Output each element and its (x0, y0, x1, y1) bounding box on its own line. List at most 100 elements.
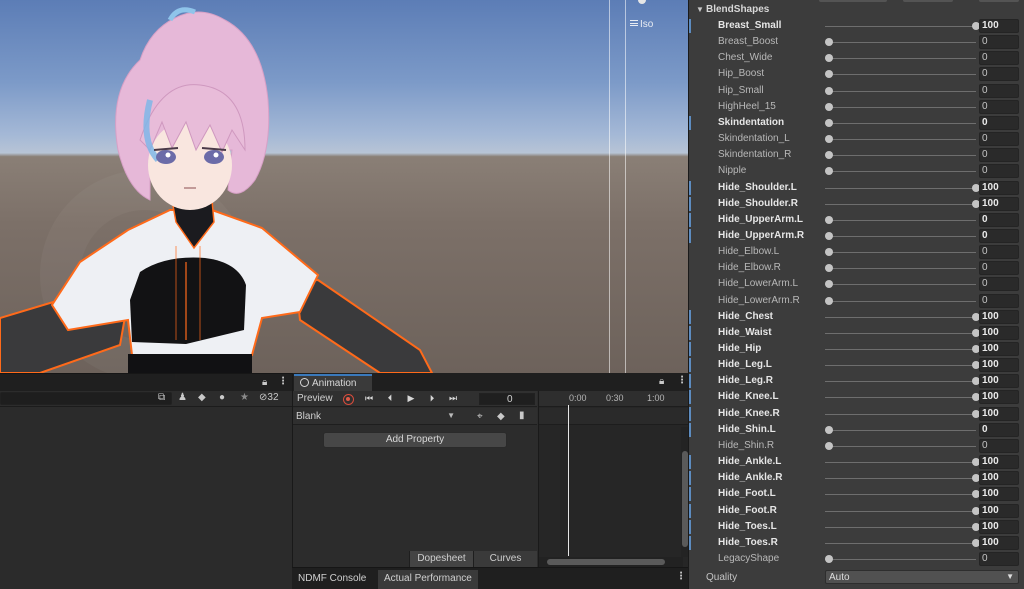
blendshape-value-field[interactable]: 0 (979, 228, 1019, 243)
slider-track[interactable] (825, 187, 976, 189)
frame-input[interactable]: 0 (479, 393, 535, 405)
blendshape-value-field[interactable]: 100 (979, 309, 1019, 324)
slider-handle[interactable] (825, 554, 833, 563)
slider-track[interactable] (825, 90, 976, 92)
blendshape-value-field[interactable]: 0 (979, 83, 1019, 98)
slider-track[interactable] (825, 413, 976, 415)
slider-track[interactable] (825, 155, 976, 157)
lock-icon[interactable]: 🔒︎ (262, 377, 267, 388)
add-keyframe-icon[interactable]: ◆ (497, 411, 505, 422)
add-event-icon[interactable]: ▮ (519, 410, 525, 421)
slider-track[interactable] (825, 381, 976, 383)
blendshape-value-field[interactable]: 0 (979, 245, 1019, 260)
tab-ndmf-console[interactable]: NDMF Console (292, 570, 372, 589)
slider-track[interactable] (825, 106, 976, 108)
blendshape-value-field[interactable]: 100 (979, 390, 1019, 405)
event-row[interactable] (539, 408, 690, 425)
blendshape-value-field[interactable]: 0 (979, 293, 1019, 308)
blendshape-value-field[interactable]: 100 (979, 342, 1019, 356)
slider-track[interactable] (825, 139, 976, 141)
slider-track[interactable] (825, 365, 976, 367)
blendshape-value-field[interactable]: 100 (979, 406, 1019, 421)
blendshape-value-field[interactable]: 0 (979, 551, 1019, 566)
slider-track[interactable] (825, 122, 976, 124)
record-button[interactable] (343, 394, 354, 405)
tab-curves[interactable]: Curves (473, 551, 537, 567)
tab-actual-performance[interactable]: Actual Performance (378, 570, 478, 589)
slider-handle[interactable] (825, 38, 833, 47)
slider-handle[interactable] (825, 425, 833, 434)
quality-dropdown[interactable]: Auto ▼ (825, 570, 1019, 584)
slider-track[interactable] (825, 316, 976, 318)
slider-track[interactable] (825, 397, 976, 399)
header-button[interactable] (979, 0, 1019, 2)
scene-visibility-icon[interactable]: ⧉ (158, 392, 165, 403)
blendshape-value-field[interactable]: 100 (979, 519, 1019, 534)
blendshape-value-field[interactable]: 100 (979, 180, 1019, 195)
slider-track[interactable] (825, 510, 976, 512)
blendshape-value-field[interactable]: 100 (979, 455, 1019, 470)
blendshape-value-field[interactable]: 100 (979, 374, 1019, 389)
slider-track[interactable] (825, 494, 976, 496)
slider-track[interactable] (825, 42, 976, 44)
header-button[interactable] (903, 0, 953, 2)
slider-handle[interactable] (825, 102, 833, 111)
avatar-model[interactable] (0, 0, 688, 373)
slider-track[interactable] (825, 74, 976, 76)
tag-icon[interactable]: ◆ (198, 392, 206, 403)
filter-by-selection-icon[interactable]: ⌖ (477, 411, 483, 422)
slider-track[interactable] (825, 429, 976, 431)
blendshape-value-field[interactable]: 100 (979, 503, 1019, 518)
blendshape-value-field[interactable]: 100 (979, 487, 1019, 502)
slider-track[interactable] (825, 284, 976, 286)
slider-handle[interactable] (825, 70, 833, 79)
blendshape-value-field[interactable]: 0 (979, 115, 1019, 130)
slider-track[interactable] (825, 445, 976, 447)
hierarchy-search-input[interactable] (0, 392, 172, 405)
blendshape-value-field[interactable]: 0 (979, 438, 1019, 453)
slider-handle[interactable] (825, 135, 833, 144)
previous-keyframe-button[interactable]: ⏴ (382, 393, 398, 405)
slider-track[interactable] (825, 478, 976, 480)
slider-track[interactable] (825, 349, 976, 350)
slider-track[interactable] (825, 26, 976, 27)
first-keyframe-button[interactable]: ⏮ (361, 393, 377, 405)
blendshape-value-field[interactable]: 100 (979, 358, 1019, 373)
blendshape-value-field[interactable]: 0 (979, 261, 1019, 276)
add-property-button[interactable]: Add Property (323, 432, 507, 448)
blendshape-value-field[interactable]: 100 (979, 471, 1019, 486)
blendshape-value-field[interactable]: 100 (979, 535, 1019, 550)
time-ruler[interactable]: 0:00 0:30 1:00 (539, 391, 690, 407)
scene-view[interactable]: Iso (0, 0, 688, 373)
slider-handle[interactable] (825, 86, 833, 95)
tab-animation[interactable]: Animation (294, 374, 372, 391)
play-button[interactable]: ▶ (403, 393, 419, 405)
blendshape-value-field[interactable]: 0 (979, 164, 1019, 179)
slider-handle[interactable] (825, 441, 833, 450)
hierarchy-panel[interactable] (0, 407, 292, 589)
blendshape-value-field[interactable]: 0 (979, 277, 1019, 292)
slider-handle[interactable] (825, 151, 833, 160)
preview-toggle[interactable]: Preview (297, 393, 333, 404)
tab-dopesheet[interactable]: Dopesheet (409, 551, 473, 567)
blendshape-value-field[interactable]: 100 (979, 19, 1019, 33)
slider-track[interactable] (825, 58, 976, 60)
blendshape-value-field[interactable]: 0 (979, 148, 1019, 163)
avatar-icon[interactable]: ♟ (178, 392, 187, 403)
blendshapes-foldout[interactable]: ▼ BlendShapes (689, 3, 1024, 17)
slider-track[interactable] (825, 462, 976, 464)
playhead[interactable] (568, 405, 569, 556)
timeline-area[interactable]: 0:00 0:30 1:00 (538, 391, 690, 567)
slider-track[interactable] (825, 268, 976, 270)
slider-handle[interactable] (825, 231, 833, 240)
blendshape-value-field[interactable]: 100 (979, 325, 1019, 340)
slider-track[interactable] (825, 235, 976, 237)
slider-handle[interactable] (825, 54, 833, 63)
next-keyframe-button[interactable]: ⏵ (424, 393, 440, 405)
blendshape-value-field[interactable]: 0 (979, 51, 1019, 66)
slider-track[interactable] (825, 332, 976, 334)
blendshape-value-field[interactable]: 0 (979, 99, 1019, 114)
lock-icon[interactable]: 🔒︎ (659, 376, 664, 387)
slider-handle[interactable] (825, 118, 833, 127)
last-keyframe-button[interactable]: ⏭ (445, 393, 461, 405)
